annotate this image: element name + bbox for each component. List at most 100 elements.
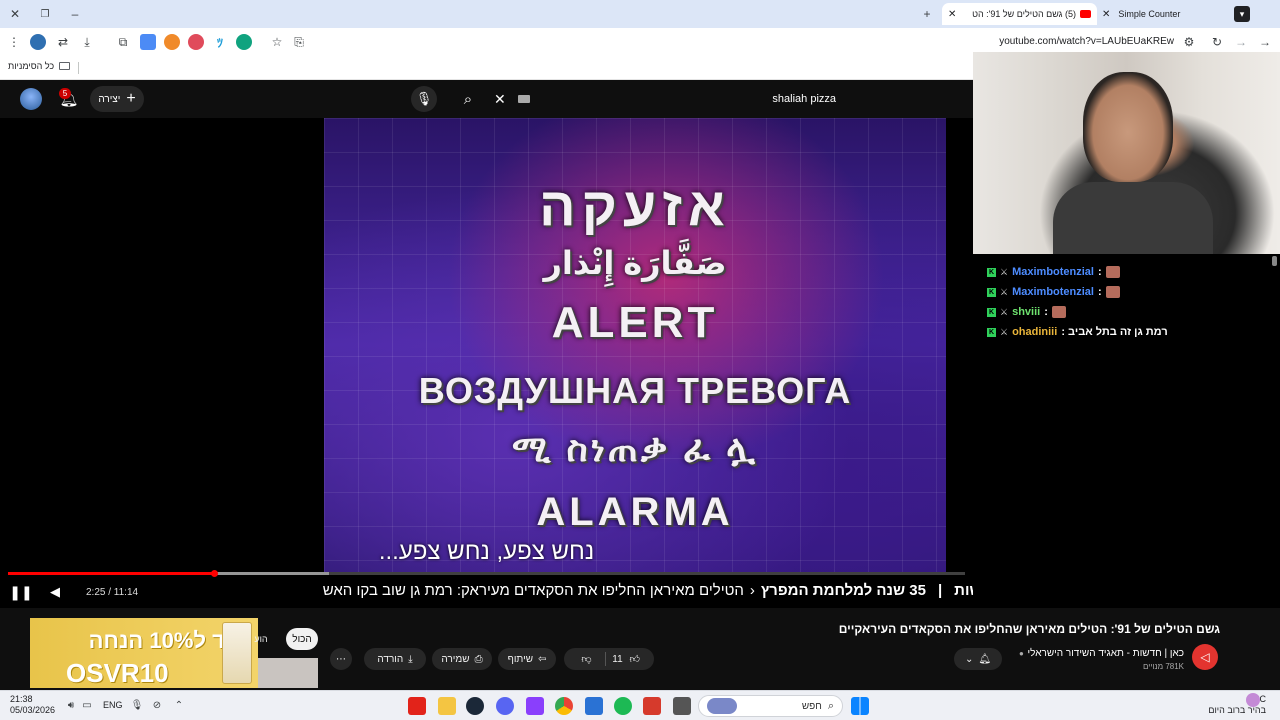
promo-thumbnail[interactable]: [258, 658, 318, 688]
ticker-headline: הטילים מאיראן החליפו את הסקאדים מעיראק: …: [322, 581, 744, 599]
chat-emote-icon: [1105, 286, 1120, 298]
extension-icon[interactable]: ⇄: [54, 33, 72, 51]
minimize-window-icon[interactable]: –: [66, 5, 84, 23]
save-button[interactable]: ⎙ שמירה: [432, 648, 492, 670]
keyboard-icon[interactable]: [517, 95, 530, 103]
subscribe-bell-button[interactable]: ⌄ 🔔︎: [954, 648, 1002, 670]
chip-other[interactable]: הוע: [246, 628, 276, 650]
extension-icon[interactable]: [188, 34, 204, 50]
video-player[interactable]: אזעקה صَفَّارَة إِنْذار ALERT ВОЗДУШНАЯ …: [0, 118, 973, 608]
chat-message-text: :: [1097, 286, 1102, 298]
clock[interactable]: 21:38 05/03/2026: [10, 694, 55, 716]
promo-banner[interactable]: קוד ל10% הנחה OSVR10: [30, 618, 258, 688]
chrome-icon[interactable]: [555, 697, 573, 715]
windows-taskbar: 21:38 05/03/2026 🔊︎ ▭ ENG 🎙︎ ⊘ ⌃ ⌕ חפש 1…: [0, 690, 1280, 720]
folder-icon[interactable]: [438, 697, 456, 715]
channel-name[interactable]: כאן | חדשות - תאגיד השידור הישראלי: [1028, 648, 1184, 659]
video-frame[interactable]: אזעקה صَفَّارَة إِنْذار ALERT ВОЗДУШНАЯ …: [324, 118, 946, 572]
chat-message-text: : רמת גן זה בתל אביב: [1061, 326, 1168, 338]
chip-all[interactable]: הכול: [286, 628, 318, 650]
app-icon[interactable]: [526, 697, 544, 715]
steam-icon[interactable]: [466, 697, 484, 715]
share-button[interactable]: ⇦ שיתוף: [498, 648, 556, 670]
video-text-amharic: ሚ ስነጠቃ ፈ ሏ: [512, 428, 758, 469]
profile-icon[interactable]: [30, 34, 46, 50]
tab-close-icon[interactable]: ✕: [1102, 9, 1110, 20]
dislike-button[interactable]: 👎︎: [569, 653, 605, 665]
like-button[interactable]: 👍︎: [630, 653, 650, 665]
chat-message-text: :: [1097, 266, 1102, 278]
close-window-icon[interactable]: ✕: [6, 5, 24, 23]
ticker-divider: |: [937, 581, 943, 599]
taskbar-search[interactable]: ⌕ חפש: [698, 695, 843, 717]
adobe-icon[interactable]: [408, 697, 426, 715]
video-text-spanish: ALARMA: [536, 490, 734, 534]
discord-icon[interactable]: [496, 697, 514, 715]
chat-message: K ⚔ ohadiniii: רמת גן זה בתל אביב: [987, 326, 1168, 338]
chat-username[interactable]: Maximbotenzial: [1012, 286, 1094, 298]
microphone-icon[interactable]: 🎙︎: [130, 698, 144, 712]
tab-youtube[interactable]: (5) גשם הטילים של 91': הט ✕: [942, 3, 1097, 25]
download-icon: ⤓: [408, 653, 413, 665]
notifications-count-badge: 5: [59, 88, 71, 99]
download-icon[interactable]: ⤓: [78, 33, 96, 51]
extension-icon[interactable]: [236, 34, 252, 50]
reload-icon[interactable]: ↻: [1208, 33, 1226, 51]
channel-avatar[interactable]: ◁: [1192, 644, 1218, 670]
extension-icon[interactable]: [140, 34, 156, 50]
display-icon[interactable]: ▭: [80, 698, 94, 712]
language-indicator[interactable]: ENG: [103, 700, 123, 710]
volume-icon[interactable]: 🔊︎: [64, 698, 78, 712]
tune-icon[interactable]: ⚙: [1180, 33, 1198, 51]
search-box[interactable]: ✕ shaliah pizza: [488, 86, 852, 112]
menu-icon[interactable]: ⋮: [6, 33, 22, 51]
microphone-icon[interactable]: 🎙︎: [411, 86, 437, 112]
volume-icon[interactable]: ◀: [46, 582, 64, 602]
chat-message: K ⚔ Maximbotenzial:: [987, 266, 1120, 278]
puzzle-icon[interactable]: ⧉: [114, 33, 132, 51]
more-actions-button[interactable]: ⋯: [330, 648, 352, 670]
star-icon[interactable]: ☆: [268, 33, 286, 51]
chevron-up-icon[interactable]: ⌃: [172, 698, 186, 712]
extension-icon[interactable]: ﾂ: [212, 34, 228, 50]
chat-username[interactable]: shviii: [1012, 306, 1040, 318]
wifi-off-icon[interactable]: ⊘: [150, 698, 164, 712]
forward-icon[interactable]: →: [1232, 33, 1250, 51]
app-icon[interactable]: [643, 697, 661, 715]
chat-username[interactable]: ohadiniii: [1012, 326, 1057, 338]
new-tab-icon[interactable]: +: [918, 5, 936, 23]
back-icon[interactable]: →: [1256, 33, 1274, 51]
webcam-person: [1083, 72, 1173, 182]
search-highlight-icon: [707, 698, 737, 714]
tab-simple-counter[interactable]: ✕ Simple Counter: [1102, 3, 1227, 25]
tab-search-icon[interactable]: ▾: [1234, 6, 1250, 22]
search-input[interactable]: shaliah pizza: [772, 93, 836, 105]
site-info-icon[interactable]: ⎘: [290, 33, 308, 51]
avatar[interactable]: [20, 88, 42, 110]
download-button[interactable]: ⤓ הורדה: [364, 648, 426, 670]
chat-scrollbar[interactable]: [1272, 256, 1277, 266]
windows-start-icon[interactable]: [851, 697, 869, 715]
create-button[interactable]: + יצירה: [90, 86, 144, 112]
tab-close-icon[interactable]: ✕: [948, 9, 956, 20]
progress-bar[interactable]: [8, 570, 965, 577]
video-text-russian: ВОЗДУШНАЯ ТРЕВОГА: [418, 370, 852, 411]
restore-window-icon[interactable]: ❐: [36, 5, 54, 23]
search-icon[interactable]: ⌕: [452, 86, 484, 112]
divider: [78, 62, 79, 74]
app-icon[interactable]: [673, 697, 691, 715]
time-display: 2:25 / 11:14: [86, 587, 139, 598]
extension-icon[interactable]: [164, 34, 180, 50]
clear-search-icon[interactable]: ✕: [494, 91, 506, 108]
folder-icon: [59, 62, 71, 70]
pause-icon[interactable]: ❚❚: [9, 582, 32, 602]
moderator-badge-icon: K: [987, 287, 996, 297]
video-text-arabic: صَفَّارَة إِنْذار: [543, 245, 727, 281]
all-bookmarks-button[interactable]: כל הסימניות: [8, 61, 71, 71]
apps-grid-icon[interactable]: [585, 697, 603, 715]
video-text-hebrew: אזעקה: [539, 177, 731, 237]
clock-date: 05/03/2026: [10, 705, 56, 715]
address-bar-url[interactable]: youtube.com/watch?v=LAUbEUaKREw: [999, 36, 1174, 47]
chat-username[interactable]: Maximbotenzial: [1012, 266, 1094, 278]
spotify-icon[interactable]: [614, 697, 632, 715]
